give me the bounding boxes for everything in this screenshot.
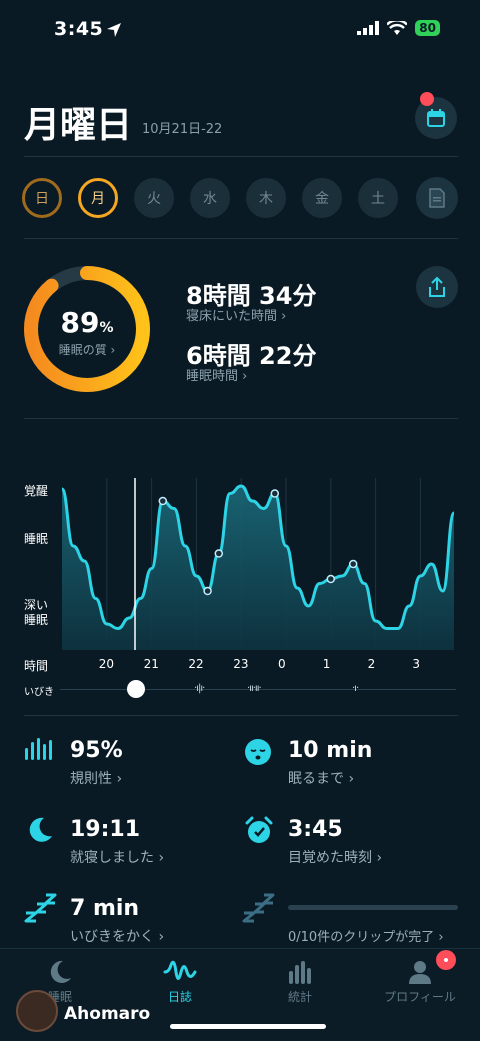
x-tick-label: 2 [367, 657, 376, 671]
tab-stats[interactable]: 統計 [240, 959, 360, 1005]
latency-label[interactable]: 眠るまで › [288, 768, 354, 788]
regularity-value: 95% [70, 738, 123, 763]
tab-sleep[interactable]: 睡眠 [0, 959, 120, 1005]
day-5[interactable]: 金 [302, 178, 342, 218]
divider [24, 418, 458, 419]
battery-indicator: 80 [415, 20, 440, 36]
document-icon [429, 188, 445, 208]
profile-badge [436, 950, 456, 970]
status-time: 3:45 [54, 18, 104, 40]
event-marker[interactable] [203, 586, 212, 596]
sleepy-face-icon [245, 739, 271, 765]
home-indicator[interactable] [170, 1024, 326, 1029]
event-marker[interactable] [214, 549, 224, 558]
playhead-knob[interactable] [127, 680, 145, 698]
wake-time-label[interactable]: 目覚めた時刻 › [288, 847, 382, 867]
journal-button[interactable] [416, 177, 458, 219]
chart-icon [289, 961, 311, 984]
day-3[interactable]: 水 [190, 178, 230, 218]
x-tick-label: 0 [278, 657, 286, 671]
event-marker[interactable] [326, 574, 336, 584]
snore-clip[interactable]: ·ı· [352, 683, 359, 694]
tab-label: 日誌 [167, 990, 192, 1004]
snore-clip[interactable]: ·ıı·ıı· [247, 683, 262, 694]
bars-icon [25, 738, 52, 760]
sleep-time-label[interactable]: 睡眠時間 › [186, 365, 247, 384]
wifi-icon [387, 20, 408, 35]
divider [24, 715, 458, 716]
tab-profile[interactable]: プロフィール [360, 959, 480, 1005]
bedtime-value: 19:11 [70, 817, 141, 842]
snore-clip[interactable]: ·ı|ı· [194, 683, 205, 694]
x-tick-label: 21 [143, 657, 159, 671]
alarm-icon [245, 816, 273, 843]
person-icon [409, 961, 431, 984]
x-tick-label: 1 [322, 657, 331, 671]
sleep-chart[interactable] [60, 478, 460, 650]
tab-journal[interactable]: 日誌 [120, 959, 240, 1005]
snore-label: いびき [24, 687, 54, 698]
tab-label: 統計 [287, 990, 312, 1004]
notification-dot [420, 92, 434, 106]
day-1[interactable]: 月 [78, 178, 118, 218]
zzz-icon [242, 893, 275, 923]
moon-icon [50, 960, 71, 983]
location-arrow-icon [107, 23, 121, 37]
clips-label[interactable]: 0/10件のクリップが完了 › [288, 926, 444, 945]
regularity-label[interactable]: 規則性 › [70, 768, 122, 788]
time-in-bed-label[interactable]: 寝床にいた時間 › [186, 305, 286, 324]
x-ticks: 20 21 22 23 0 1 2 3 [60, 657, 460, 673]
y-label-deep-sleep: 深い睡眠 [24, 598, 49, 627]
page-title: 月曜日 [24, 105, 133, 146]
divider [24, 238, 458, 239]
day-4[interactable]: 木 [246, 178, 286, 218]
signal-icon [357, 21, 380, 35]
share-button[interactable] [416, 266, 458, 308]
x-tick-label: 3 [412, 657, 421, 671]
x-tick-label: 23 [233, 657, 249, 671]
x-tick-label: 22 [188, 657, 204, 671]
quality-unit: % [99, 320, 114, 336]
status-indicators: 80 [357, 20, 440, 36]
share-icon [429, 276, 445, 297]
quality-label[interactable]: 睡眠の質 › [22, 341, 152, 358]
divider [24, 156, 458, 157]
event-marker[interactable] [348, 559, 358, 569]
day-6[interactable]: 土 [358, 178, 398, 218]
bedtime-label[interactable]: 就寝しました › [70, 847, 164, 867]
quality-center: 89% 睡眠の質 › [22, 306, 152, 358]
day-0[interactable]: 日 [22, 178, 62, 218]
clips-progress-bar [288, 905, 458, 910]
moon-icon [29, 817, 52, 842]
wake-time-value: 3:45 [288, 817, 343, 842]
date-range: 10月21日-22 [142, 122, 223, 137]
y-label-sleep: 睡眠 [24, 532, 49, 546]
x-axis-label: 時間 [24, 659, 49, 673]
zzz-icon [24, 893, 57, 923]
event-marker[interactable] [158, 496, 168, 506]
week-selector: 日月火水木金土 [22, 177, 462, 219]
day-2[interactable]: 火 [134, 178, 174, 218]
watermark-avatar [16, 990, 58, 1032]
snoring-label[interactable]: いびきをかく › [70, 926, 164, 946]
x-tick-label: 20 [98, 657, 115, 671]
calendar-icon [427, 109, 445, 127]
quality-value: 89 [60, 306, 100, 339]
wave-icon [163, 960, 197, 980]
snoring-value: 7 min [70, 896, 140, 921]
event-marker[interactable] [270, 489, 280, 498]
tab-label: プロフィール [384, 990, 456, 1004]
watermark-text: Ahomaro [64, 1004, 151, 1024]
y-label-awake: 覚醒 [24, 484, 49, 498]
latency-value: 10 min [288, 738, 373, 763]
